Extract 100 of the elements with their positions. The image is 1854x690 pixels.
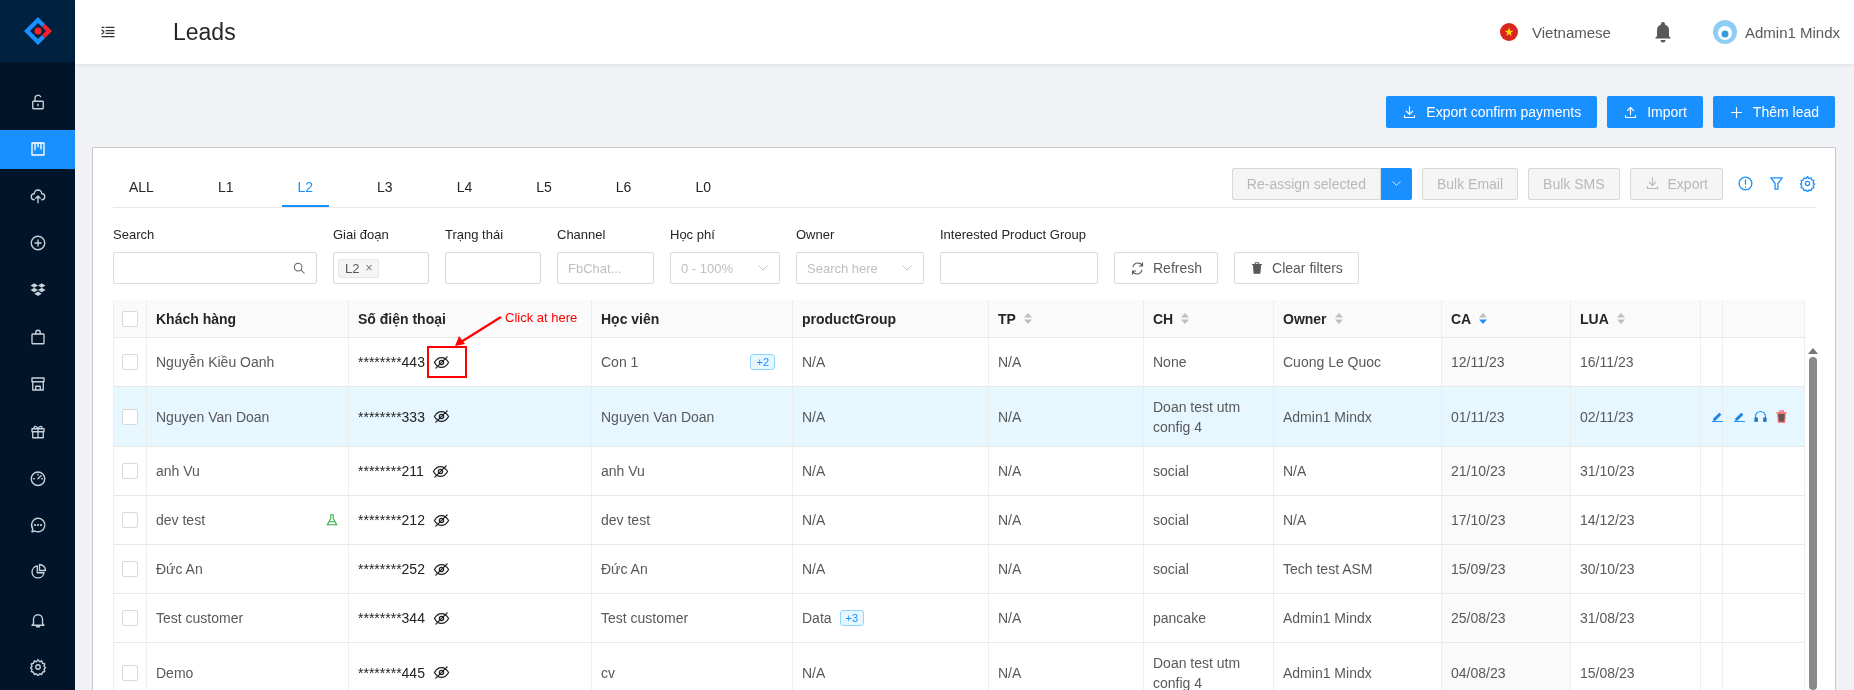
dropdown-button[interactable] [1380,167,1412,200]
headphones-icon [1753,409,1768,424]
select-all-checkbox[interactable] [122,310,138,327]
shop-icon [28,375,47,394]
row-checkbox[interactable] [122,664,138,681]
phone-number: ********212 [358,511,425,530]
product-group: Data [802,608,832,628]
filter-label: Interested Product Group [940,226,1087,244]
customer-name[interactable]: Nguyen Van Doan [156,406,270,427]
table-row[interactable]: Test customer ********344 Test customer Data +3 N/A pancake Admin1 Mindx 25/08/23 31/08/23 [113,594,1805,643]
sort-icon[interactable] [1616,312,1625,325]
customer-name[interactable]: Test customer [156,608,244,628]
table-row[interactable]: anh Vu ********211 anh Vu N/A N/A social N/A 21/10/23 31/10/23 [113,447,1805,496]
filter-icon [1768,175,1785,192]
phone-number: ********445 [358,663,425,683]
student-name: cv [601,663,615,683]
stage-tab[interactable]: L4 [440,166,489,207]
column-header[interactable]: Số điện thoại [358,310,446,327]
student-name: anh Vu [601,462,645,481]
phone-number: ********443 [358,353,425,372]
filter-label: Channel [557,226,607,244]
plus-circle-icon [28,234,47,253]
input-field[interactable] [940,252,1098,284]
phone-number: ********333 [358,407,425,427]
annotation-text: Click at here [505,310,578,326]
search-icon [292,261,306,275]
filter-label: Học phí [670,226,716,244]
sort-icon[interactable] [1479,312,1488,325]
sort-icon[interactable] [1334,312,1343,325]
student-name: Đức An [601,560,648,579]
customer-name[interactable]: Demo [156,662,194,683]
column-header[interactable]: CA [1451,310,1472,327]
stage-tab[interactable]: L3 [361,166,409,207]
chevron-down-icon [1390,178,1402,189]
stage-tab[interactable]: L1 [201,166,250,207]
board-icon [28,140,47,159]
customer-name[interactable]: Nguyễn Kiều Oanh [156,352,275,372]
row-checkbox[interactable] [122,354,138,370]
stage-tab[interactable]: L5 [520,166,568,207]
row-checkbox[interactable] [122,561,138,577]
stage-tab[interactable]: L6 [599,166,648,207]
row-checkbox[interactable] [122,463,138,479]
info-icon [1737,175,1754,192]
input-field[interactable] [445,252,541,284]
remove-tag-icon[interactable]: × [365,261,373,275]
notification-bell-icon[interactable] [1652,21,1673,43]
select-field[interactable]: L2 × [333,252,429,284]
search-field[interactable] [113,252,317,284]
stage-tab[interactable]: ALL [113,166,170,207]
phone-number: ********211 [358,462,424,481]
customer-name[interactable]: anh Vu [156,461,200,481]
column-header[interactable]: TP [998,310,1016,327]
column-header[interactable]: Owner [1283,310,1327,327]
trash-icon [1250,261,1265,275]
eye-off-icon [431,462,449,480]
filter-tag[interactable]: L2 [345,260,360,276]
table-row[interactable]: Đức An ********252 Đức An N/A N/A social Tech test ASM 15/09/23 30/10/23 [113,545,1805,594]
shopping-bag-icon [28,328,47,347]
filter-label: Search [113,226,156,244]
column-header[interactable]: CH [1153,310,1174,327]
column-header[interactable]: productGroup [802,310,897,327]
table-row[interactable]: Nguyen Van Doan ********333 Nguyen Van Doan N/A N/A Doan test utm config 4 Admin1 Mindx 01/11/23 02/11/23 [113,387,1805,447]
table-cell: N/A [793,643,989,690]
customer-name[interactable]: Đức An [156,559,203,579]
avatar-icon[interactable] [1712,20,1737,44]
download-icon [1644,176,1660,191]
pie-chart-icon [28,563,47,582]
sidebar-item[interactable] [0,129,75,169]
table-row[interactable]: dev test ********212 dev test N/A N/A social N/A 17/10/23 14/12/23 [113,496,1805,545]
column-header[interactable]: Học viên [601,310,660,327]
page-title: Leads [173,18,236,46]
column-header[interactable]: LUA [1580,310,1609,327]
eye-off-icon [432,353,450,371]
stage-tab[interactable]: L0 [679,166,727,207]
eye-off-icon [432,560,450,578]
language-selector[interactable]: Vietnamese [1532,23,1611,41]
settings-icon [1799,175,1816,192]
column-header[interactable]: Khách hàng [156,310,237,327]
filter-label: Owner [796,226,836,244]
refresh-button[interactable]: Refresh [1114,252,1219,284]
table-cell: 25/08/23 [1442,594,1571,643]
sort-icon[interactable] [1023,312,1032,325]
row-checkbox[interactable] [122,610,138,626]
filter-label: Giai đoạn [333,226,390,244]
eye-off-icon [432,408,450,425]
flag-icon[interactable] [1500,23,1518,41]
table-row[interactable]: Nguyễn Kiều Oanh ********443 Con 1 +2 N/A N/A None Cuong Le Quoc 12/11/23 16/11/23 [113,338,1805,387]
highlight-frame [427,346,467,378]
upload-icon [1623,104,1639,120]
row-checkbox[interactable] [122,512,138,528]
table-row[interactable]: Demo ********445 cv N/A N/A Doan test utm config 4 Admin1 Mindx 04/08/23 15/08/23 [113,643,1805,690]
row-checkbox[interactable] [122,408,138,425]
phone-number: ********344 [358,609,425,628]
plus-icon [1728,104,1744,120]
delete-icon [1774,409,1789,424]
user-name[interactable]: Admin1 Mindx [1744,23,1840,41]
clear-filters-button[interactable]: Clear filters [1234,252,1359,284]
sort-icon[interactable] [1181,312,1190,325]
customer-name[interactable]: dev test [156,510,206,530]
student-name: Test customer [601,609,689,628]
